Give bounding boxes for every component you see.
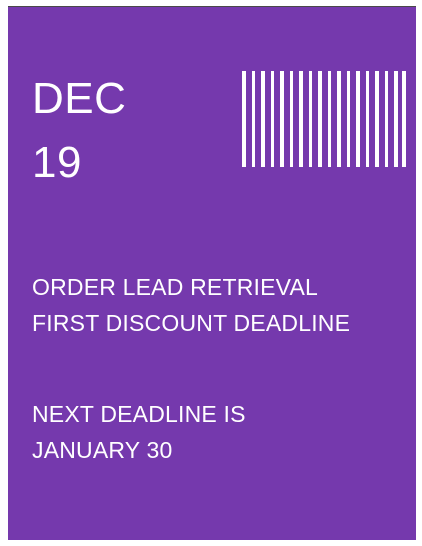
date-day: 19 <box>32 138 82 187</box>
next-deadline: NEXT DEADLINE IS JANUARY 30 <box>32 396 246 468</box>
date-block: DEC 19 <box>32 67 126 195</box>
event-line-2: FIRST DISCOUNT DEADLINE <box>32 310 351 336</box>
date-month: DEC <box>32 74 127 123</box>
next-deadline-line-1: NEXT DEADLINE IS <box>32 401 246 427</box>
deadline-card: DEC 19 ORDER LEAD RETRIEVAL FIRST DISCOU… <box>8 6 416 540</box>
barcode-icon <box>242 71 406 167</box>
event-line-1: ORDER LEAD RETRIEVAL <box>32 274 319 300</box>
event-description: ORDER LEAD RETRIEVAL FIRST DISCOUNT DEAD… <box>32 269 350 341</box>
next-deadline-line-2: JANUARY 30 <box>32 437 173 463</box>
